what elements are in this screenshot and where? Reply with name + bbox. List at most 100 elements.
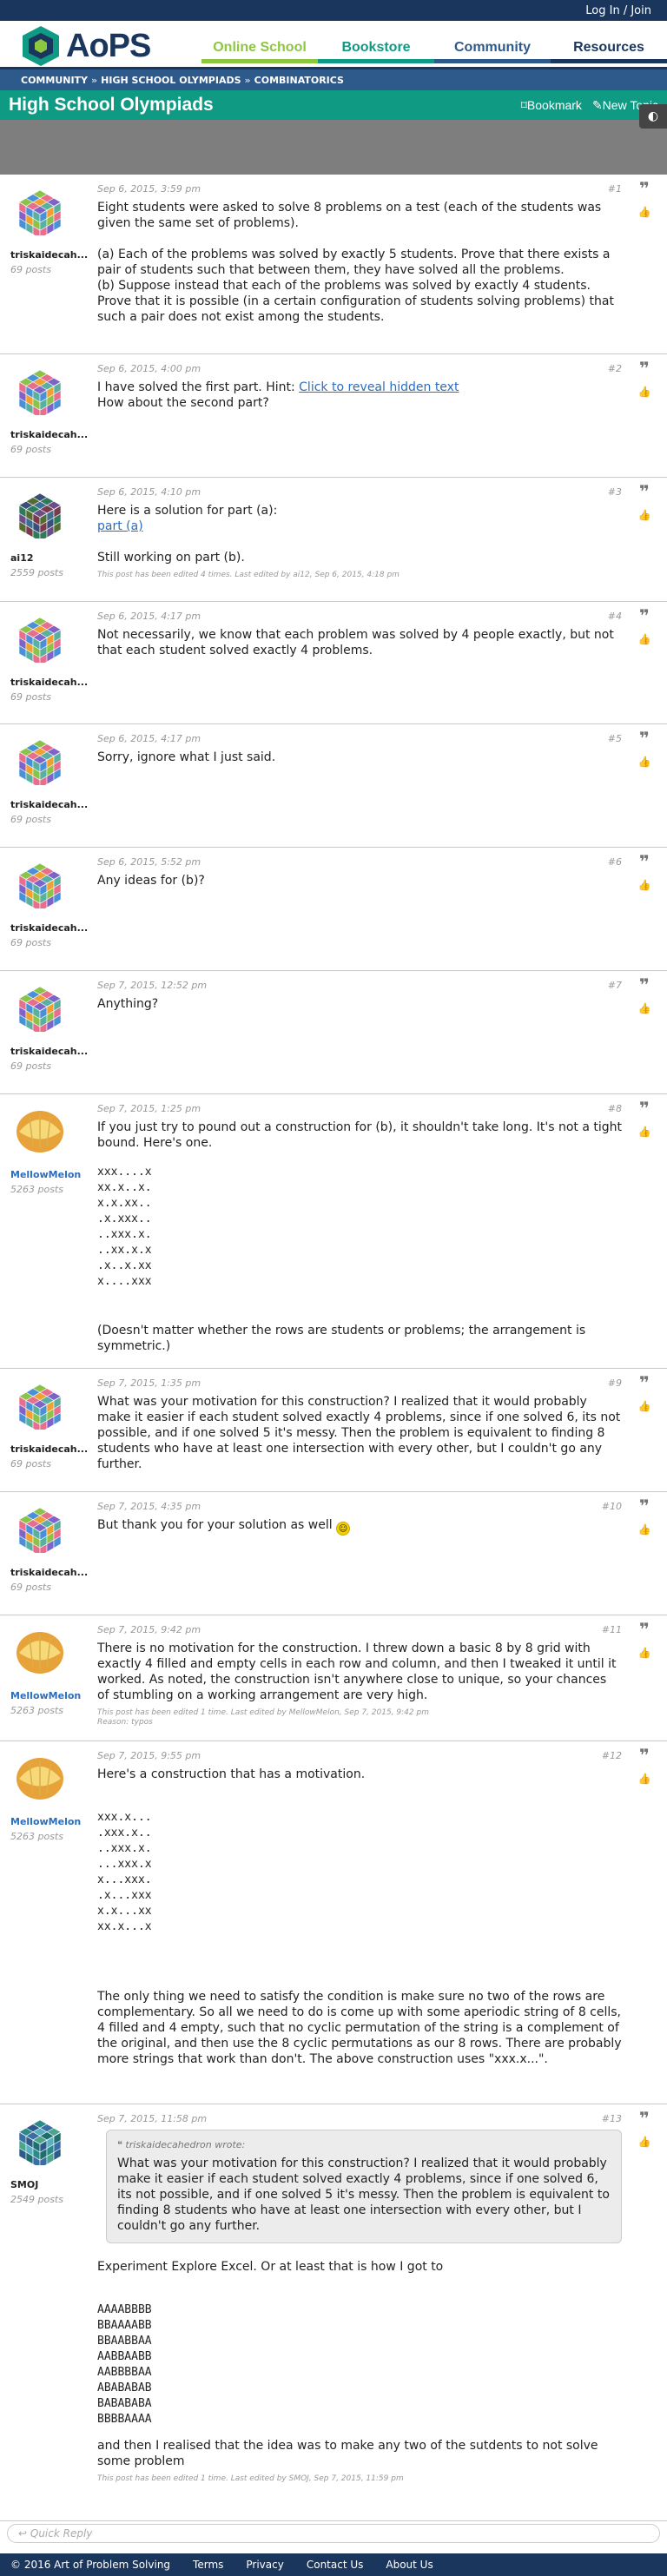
quote-reply-icon[interactable]: ❞: [627, 607, 662, 624]
thumbs-up-icon[interactable]: 👍: [627, 633, 662, 645]
post-count: 69 posts: [10, 1060, 51, 1072]
breadcrumb-community[interactable]: COMMUNITY: [21, 75, 88, 86]
username[interactable]: triskaidecah...: [10, 1443, 89, 1455]
quote-reply-icon[interactable]: ❞: [627, 483, 662, 500]
username[interactable]: triskaidecah...: [10, 1567, 89, 1578]
nav-community[interactable]: Community: [434, 40, 551, 67]
melon-avatar-icon: [17, 1758, 63, 1800]
thumbs-up-icon[interactable]: 👍: [627, 879, 662, 891]
post-count: 69 posts: [10, 1582, 51, 1593]
post-author: triskaidecah... 69 posts: [10, 363, 89, 455]
login-link[interactable]: Log In / Join: [585, 4, 651, 17]
top-bar: Log In / Join: [0, 0, 667, 21]
post: triskaidecah... 69 posts #10 Sep 7, 2015, …: [0, 1492, 667, 1615]
quote-reply-icon[interactable]: ❞: [627, 976, 662, 994]
post: ai12 2559 posts #3 Sep 6, 2015, 4:10 pm Her…: [0, 478, 667, 602]
post-actions: ❞ 👍: [627, 1621, 662, 1659]
thumbs-up-icon[interactable]: 👍: [627, 1126, 662, 1138]
post-text: What was your motivation for this constr…: [97, 1395, 624, 1471]
thumbs-up-icon[interactable]: 👍: [627, 1773, 662, 1785]
username[interactable]: ai12: [10, 552, 89, 564]
thumbs-up-icon[interactable]: 👍: [627, 1647, 662, 1659]
post-text: and then I realised that the idea was to…: [97, 2439, 602, 2468]
post-count: 5263 posts: [10, 1705, 63, 1716]
cube-avatar-icon: [18, 492, 62, 543]
thumbs-up-icon[interactable]: 👍: [627, 386, 662, 398]
username[interactable]: triskaidecah...: [10, 799, 89, 810]
quote-reply-icon[interactable]: ❞: [627, 853, 662, 870]
footer-contact[interactable]: Contact Us: [307, 2559, 364, 2571]
post-author: triskaidecah... 69 posts: [10, 980, 89, 1072]
edit-note: This post has been edited 1 time. Last e…: [97, 2474, 404, 2483]
quick-reply-input[interactable]: ↩ Quick Reply: [7, 2524, 660, 2543]
construction-grid: xxx....x xx.x..x. x.x.xx.. .x.xxx.. ..xx…: [97, 1166, 152, 1288]
quote-reply-icon[interactable]: ❞: [627, 1497, 662, 1515]
username[interactable]: triskaidecah...: [10, 1046, 89, 1057]
thumbs-up-icon[interactable]: 👍: [627, 756, 662, 768]
post-count: 69 posts: [10, 1458, 51, 1470]
hidden-text-toggle[interactable]: Click to reveal hidden text: [299, 380, 459, 394]
quote-reply-icon[interactable]: ❞: [627, 1747, 662, 1764]
nav-bookstore[interactable]: Bookstore: [318, 40, 434, 67]
username[interactable]: triskaidecah...: [10, 677, 89, 688]
footer-privacy[interactable]: Privacy: [246, 2559, 283, 2571]
logo-text: AoPS: [66, 27, 151, 64]
post-actions: ❞ 👍: [627, 360, 662, 398]
edit-icon: ✎: [591, 97, 603, 112]
bookmark-button[interactable]: ⌑Bookmark: [521, 98, 582, 113]
username[interactable]: MellowMelon: [10, 1169, 89, 1180]
username[interactable]: triskaidecah...: [10, 922, 89, 934]
post: triskaidecah... 69 posts #7 Sep 7, 2015, 1…: [0, 971, 667, 1094]
footer: © 2016 Art of Problem Solving Terms Priv…: [0, 2553, 667, 2576]
post-body: Sep 7, 2015, 1:35 pm What was your motiva…: [97, 1377, 622, 1472]
quote-reply-icon[interactable]: ❞: [627, 360, 662, 377]
post: triskaidecah... 69 posts #9 Sep 7, 2015, 1…: [0, 1369, 667, 1492]
post-text: There is no motivation for the construct…: [97, 1641, 620, 1702]
post-body: Sep 7, 2015, 4:35 pm But thank you for yo…: [97, 1501, 622, 1536]
post-text: Experiment Explore Excel. Or at least th…: [97, 2260, 444, 2274]
nav-online-school[interactable]: Online School: [201, 40, 318, 67]
post-date: Sep 6, 2015, 5:52 pm: [97, 856, 201, 868]
post: SMOJ 2549 posts #13 Sep 7, 2015, 11:58 pm …: [0, 2104, 667, 2521]
cube-avatar-icon: [18, 189, 62, 240]
username[interactable]: triskaidecah...: [10, 429, 89, 440]
post: MellowMelon 5263 posts #12 Sep 7, 2015, 9:…: [0, 1741, 667, 2104]
post-actions: ❞ 👍: [627, 1100, 662, 1138]
aops-logo[interactable]: AoPS: [21, 24, 151, 68]
thumbs-up-icon[interactable]: 👍: [627, 509, 662, 521]
thread-toolbar: [0, 120, 667, 175]
breadcrumb-combinatorics[interactable]: COMBINATORICS: [254, 75, 344, 86]
footer-about[interactable]: About Us: [386, 2559, 433, 2571]
post-count: 2549 posts: [10, 2194, 63, 2205]
username[interactable]: triskaidecah...: [10, 249, 89, 261]
quote-reply-icon[interactable]: ❞: [627, 1374, 662, 1391]
thumbs-up-icon[interactable]: 👍: [627, 1002, 662, 1014]
thumbs-up-icon[interactable]: 👍: [627, 2136, 662, 2148]
thumbs-up-icon[interactable]: 👍: [627, 206, 662, 218]
username[interactable]: MellowMelon: [10, 1690, 89, 1701]
post-date: Sep 6, 2015, 4:17 pm: [97, 611, 201, 622]
quote-reply-icon[interactable]: ❞: [627, 1100, 662, 1117]
nav-resources[interactable]: Resources: [551, 40, 667, 67]
edit-note: This post has been edited 1 time. Last e…: [97, 1708, 429, 1727]
forum-title: High School Olympiads: [9, 95, 214, 115]
post-author: MellowMelon 5263 posts: [10, 1750, 89, 1842]
post-date: Sep 7, 2015, 9:55 pm: [97, 1750, 201, 1761]
username[interactable]: MellowMelon: [10, 1816, 89, 1827]
thumbs-up-icon[interactable]: 👍: [627, 1400, 662, 1412]
quote-reply-icon[interactable]: ❞: [627, 730, 662, 747]
breadcrumb-hso[interactable]: HIGH SCHOOL OLYMPIADS: [101, 75, 241, 86]
post-author: triskaidecah... 69 posts: [10, 1501, 89, 1593]
side-panel-toggle[interactable]: ◐: [639, 104, 667, 129]
solution-link[interactable]: part (a): [97, 519, 143, 533]
quote-reply-icon[interactable]: ❞: [627, 180, 662, 197]
username[interactable]: SMOJ: [10, 2179, 89, 2190]
post-body: Sep 7, 2015, 9:55 pm Here's a constructio…: [97, 1750, 622, 2067]
post-actions: ❞ 👍: [627, 730, 662, 768]
footer-terms[interactable]: Terms: [193, 2559, 223, 2571]
thumbs-up-icon[interactable]: 👍: [627, 1523, 662, 1536]
post-actions: ❞ 👍: [627, 1497, 662, 1536]
quote-reply-icon[interactable]: ❞: [627, 2110, 662, 2127]
post-author: triskaidecah... 69 posts: [10, 611, 89, 703]
quote-reply-icon[interactable]: ❞: [627, 1621, 662, 1638]
